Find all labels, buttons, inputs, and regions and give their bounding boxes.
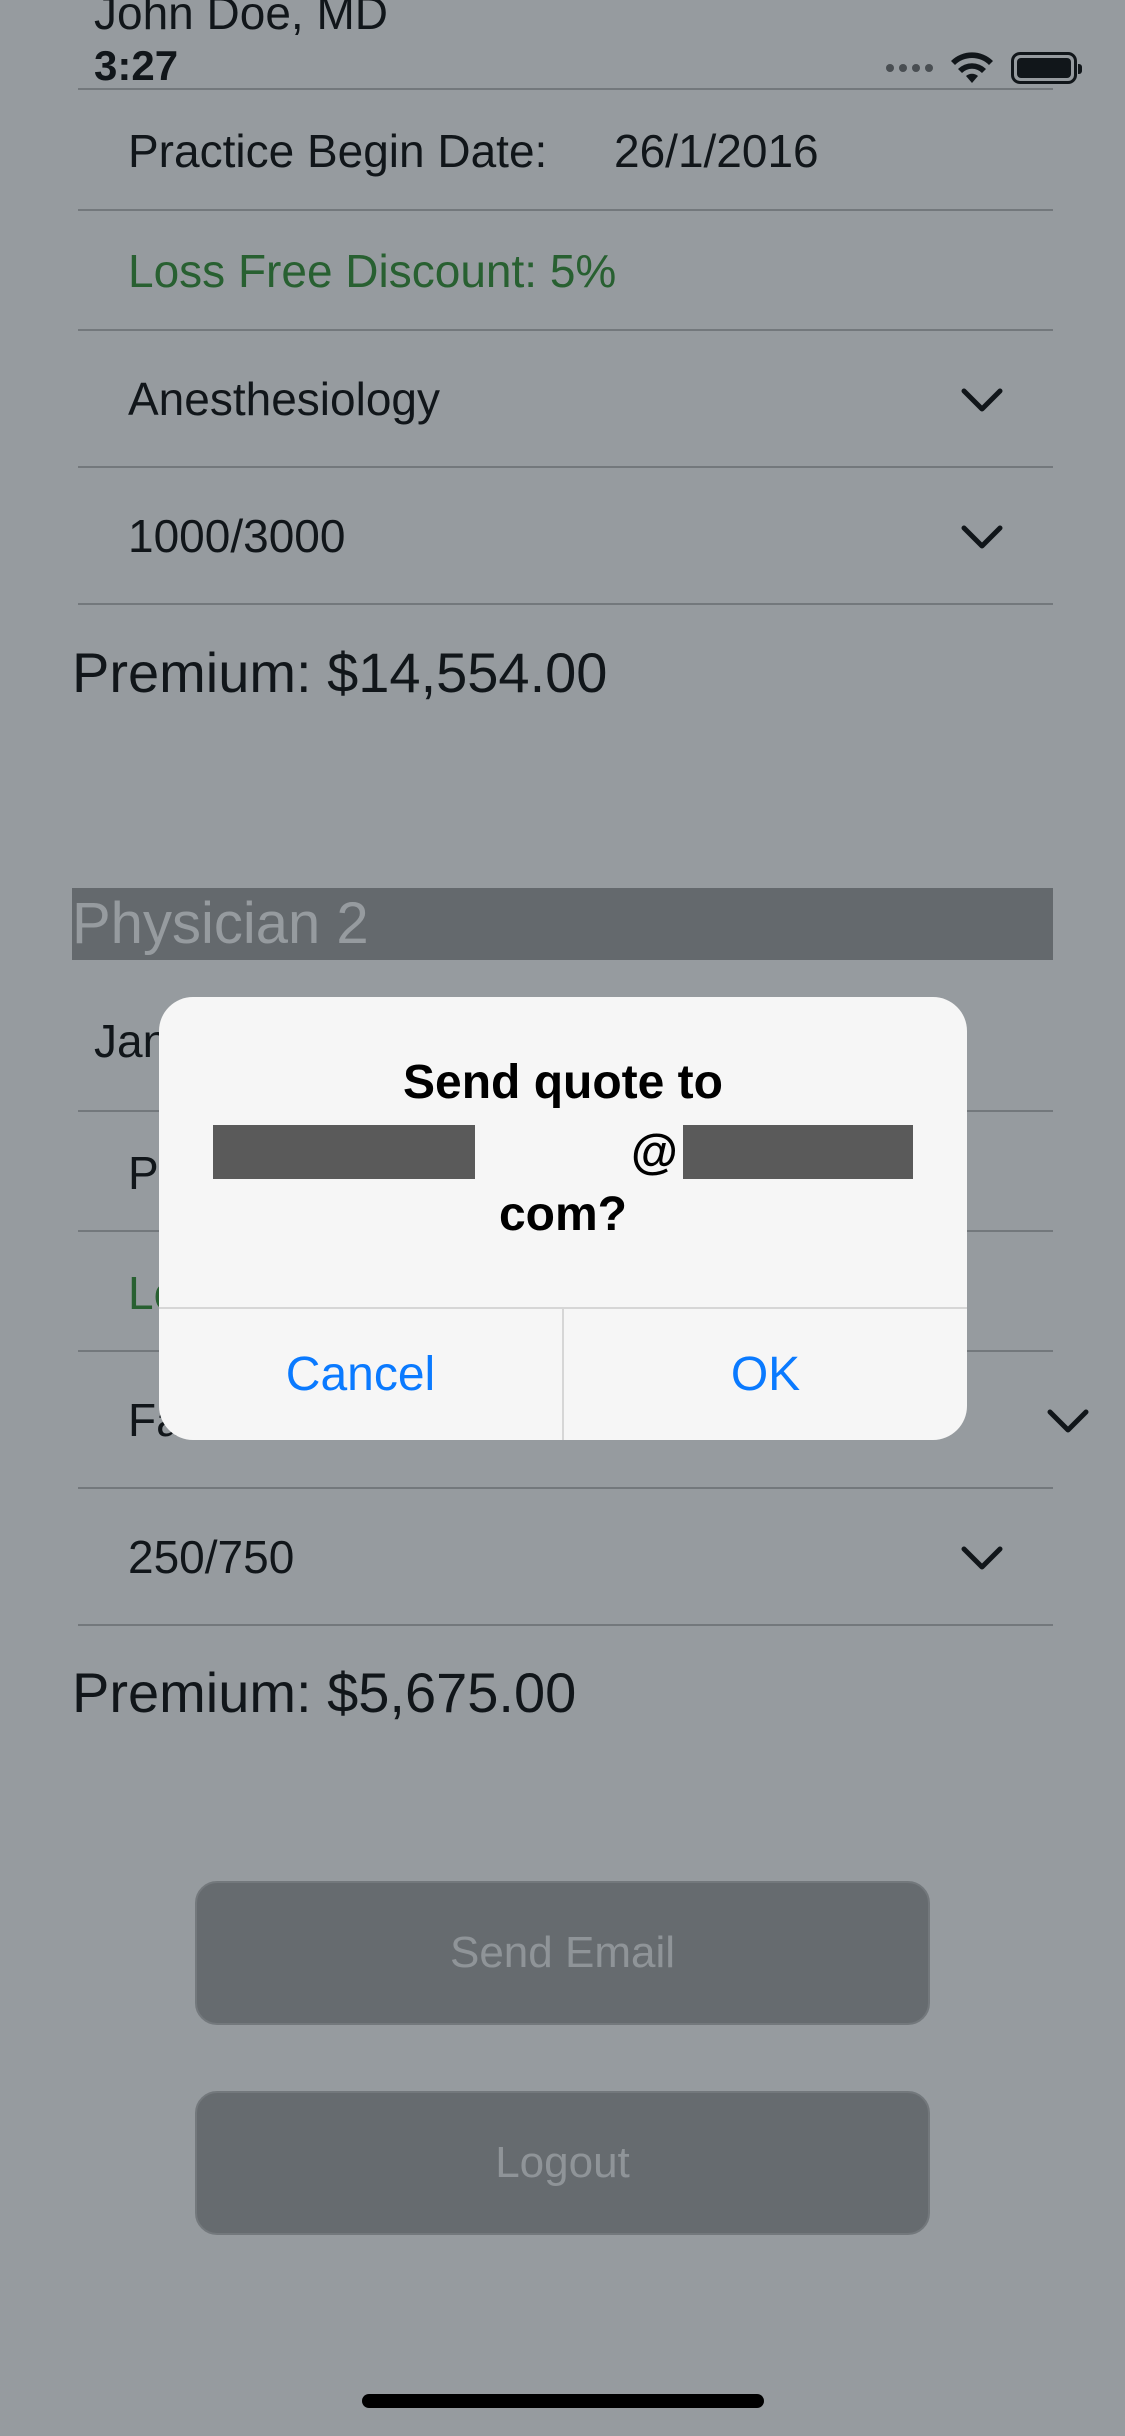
- quote-screen: John Doe, MD 3:27 Practice Begin Date: 2…: [0, 0, 1125, 2436]
- alert-email-tail: com?: [498, 1188, 627, 1241]
- home-indicator[interactable]: [362, 2394, 764, 2408]
- redacted-email-user: [213, 1125, 475, 1179]
- confirm-send-alert: Send quote to @ com? Cancel OK: [159, 997, 967, 1440]
- ok-button[interactable]: OK: [564, 1309, 967, 1440]
- email-at-sign: @: [631, 1126, 678, 1179]
- alert-email: @: [213, 1125, 913, 1179]
- redacted-email-domain: [683, 1125, 913, 1179]
- alert-title: Send quote to: [403, 1056, 723, 1109]
- cancel-button[interactable]: Cancel: [159, 1309, 562, 1440]
